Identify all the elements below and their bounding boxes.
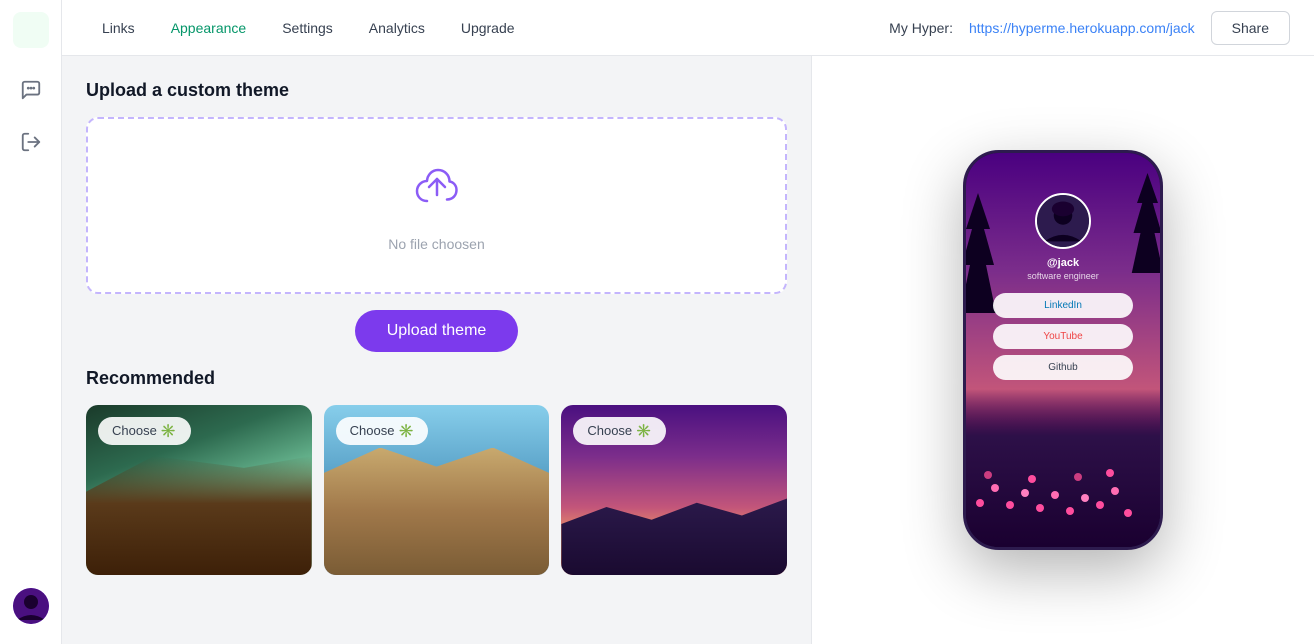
sidebar: 🌲 xyxy=(0,0,62,644)
chat-icon[interactable] xyxy=(13,72,49,108)
nav-links-item[interactable]: Links xyxy=(86,12,151,44)
logout-icon[interactable] xyxy=(13,124,49,160)
phone-link-github: Github xyxy=(993,355,1133,380)
upload-dropzone[interactable]: No file choosen xyxy=(86,117,787,294)
nav-upgrade-item[interactable]: Upgrade xyxy=(445,12,531,44)
phone-content: @jack software engineer LinkedIn YouTube… xyxy=(966,153,1160,547)
my-hyper-label: My Hyper: xyxy=(889,20,953,36)
upload-section-title: Upload a custom theme xyxy=(86,80,787,101)
nav-analytics-item[interactable]: Analytics xyxy=(353,12,441,44)
phone-link-youtube: YouTube xyxy=(993,324,1133,349)
top-nav: Links Appearance Settings Analytics Upgr… xyxy=(62,0,1314,56)
phone-link-linkedin: LinkedIn xyxy=(993,293,1133,318)
left-panel: Upload a custom theme No file choosen Up… xyxy=(62,56,812,644)
phone-mockup: @jack software engineer LinkedIn YouTube… xyxy=(963,150,1163,550)
theme-card-1[interactable]: Choose ✳️ xyxy=(86,405,312,575)
no-file-text: No file choosen xyxy=(388,236,485,252)
choose-theme-1-button[interactable]: Choose ✳️ xyxy=(98,417,191,445)
main-content: Links Appearance Settings Analytics Upgr… xyxy=(62,0,1314,644)
nav-links: Links Appearance Settings Analytics Upgr… xyxy=(86,12,881,44)
choose-theme-3-button[interactable]: Choose ✳️ xyxy=(573,417,666,445)
theme-card-2[interactable]: Choose ✳️ xyxy=(324,405,550,575)
topnav-right: My Hyper: https://hyperme.herokuapp.com/… xyxy=(889,11,1290,45)
share-button[interactable]: Share xyxy=(1211,11,1290,45)
my-hyper-link[interactable]: https://hyperme.herokuapp.com/jack xyxy=(969,20,1195,36)
theme-grid: Choose ✳️ Choose ✳️ Choose ✳️ xyxy=(86,405,787,575)
upload-theme-button[interactable]: Upload theme xyxy=(355,310,519,352)
content-area: Upload a custom theme No file choosen Up… xyxy=(62,56,1314,644)
phone-bio: software engineer xyxy=(1027,271,1099,281)
recommended-title: Recommended xyxy=(86,368,787,389)
choose-theme-2-button[interactable]: Choose ✳️ xyxy=(336,417,429,445)
nav-settings-item[interactable]: Settings xyxy=(266,12,349,44)
theme-card-3[interactable]: Choose ✳️ xyxy=(561,405,787,575)
right-panel: @jack software engineer LinkedIn YouTube… xyxy=(812,56,1314,644)
phone-avatar xyxy=(1035,193,1091,249)
nav-appearance-item[interactable]: Appearance xyxy=(155,12,263,44)
upload-cloud-icon xyxy=(409,159,465,220)
app-logo[interactable]: 🌲 xyxy=(13,12,49,48)
user-avatar[interactable] xyxy=(13,588,49,624)
phone-username: @jack xyxy=(1047,257,1079,269)
